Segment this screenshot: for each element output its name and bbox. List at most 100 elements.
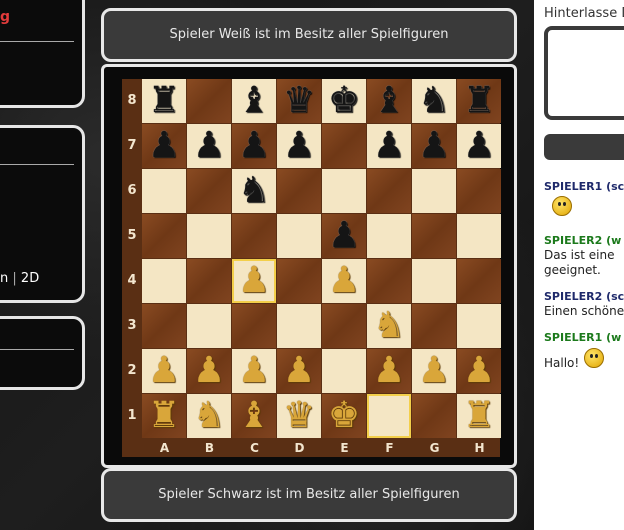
square-e6[interactable]	[322, 169, 366, 213]
square-e8[interactable]: ♚	[322, 79, 366, 123]
white-king-icon[interactable]: ♚	[328, 396, 360, 436]
black-pawn-icon[interactable]: ♟	[193, 126, 225, 166]
square-h2[interactable]: ♟	[457, 349, 501, 393]
square-d6[interactable]	[277, 169, 321, 213]
square-f5[interactable]	[367, 214, 411, 258]
chat-message-input[interactable]	[544, 26, 624, 120]
square-a5[interactable]	[142, 214, 186, 258]
black-pawn-icon[interactable]: ♟	[238, 126, 270, 166]
square-f2[interactable]: ♟	[367, 349, 411, 393]
square-e7[interactable]	[322, 124, 366, 168]
square-g7[interactable]: ♟	[412, 124, 456, 168]
square-c5[interactable]	[232, 214, 276, 258]
square-c3[interactable]	[232, 304, 276, 348]
white-rook-icon[interactable]: ♜	[148, 396, 180, 436]
white-pawn-icon[interactable]: ♟	[238, 261, 270, 301]
square-b6[interactable]	[187, 169, 231, 213]
square-d5[interactable]	[277, 214, 321, 258]
white-pawn-icon[interactable]: ♟	[328, 261, 360, 301]
square-a8[interactable]: ♜	[142, 79, 186, 123]
black-pawn-icon[interactable]: ♟	[373, 126, 405, 166]
white-pawn-icon[interactable]: ♟	[373, 351, 405, 391]
square-g3[interactable]	[412, 304, 456, 348]
square-b4[interactable]	[187, 259, 231, 303]
square-f8[interactable]: ♝	[367, 79, 411, 123]
left-top-label[interactable]: g	[0, 9, 10, 25]
square-d8[interactable]: ♛	[277, 79, 321, 123]
square-g4[interactable]	[412, 259, 456, 303]
white-queen-icon[interactable]: ♛	[283, 396, 315, 436]
chat-send-button[interactable]	[544, 134, 624, 160]
square-d2[interactable]: ♟	[277, 349, 321, 393]
square-h4[interactable]	[457, 259, 501, 303]
square-e2[interactable]	[322, 349, 366, 393]
white-rook-icon[interactable]: ♜	[463, 396, 495, 436]
square-b8[interactable]	[187, 79, 231, 123]
square-d1[interactable]: ♛	[277, 394, 321, 438]
white-pawn-icon[interactable]: ♟	[283, 351, 315, 391]
black-pawn-icon[interactable]: ♟	[328, 216, 360, 256]
black-pawn-icon[interactable]: ♟	[418, 126, 450, 166]
square-a3[interactable]	[142, 304, 186, 348]
square-g8[interactable]: ♞	[412, 79, 456, 123]
white-pawn-icon[interactable]: ♟	[193, 351, 225, 391]
square-g6[interactable]	[412, 169, 456, 213]
white-knight-icon[interactable]: ♞	[193, 396, 225, 436]
black-pawn-icon[interactable]: ♟	[283, 126, 315, 166]
square-a6[interactable]	[142, 169, 186, 213]
white-bishop-icon[interactable]: ♝	[238, 396, 270, 436]
white-pawn-icon[interactable]: ♟	[418, 351, 450, 391]
black-knight-icon[interactable]: ♞	[238, 171, 270, 211]
black-king-icon[interactable]: ♚	[328, 81, 360, 121]
square-f7[interactable]: ♟	[367, 124, 411, 168]
view-mode-2d[interactable]: 2D	[21, 271, 39, 286]
square-c4[interactable]: ♟	[232, 259, 276, 303]
square-h1[interactable]: ♜	[457, 394, 501, 438]
view-mode-3d[interactable]: n	[0, 271, 8, 286]
black-queen-icon[interactable]: ♛	[283, 81, 315, 121]
white-pawn-icon[interactable]: ♟	[238, 351, 270, 391]
square-f6[interactable]	[367, 169, 411, 213]
square-f4[interactable]	[367, 259, 411, 303]
square-f3[interactable]: ♞	[367, 304, 411, 348]
square-c7[interactable]: ♟	[232, 124, 276, 168]
square-f1[interactable]	[367, 394, 411, 438]
square-a4[interactable]	[142, 259, 186, 303]
square-e3[interactable]	[322, 304, 366, 348]
square-b3[interactable]	[187, 304, 231, 348]
square-d3[interactable]	[277, 304, 321, 348]
black-bishop-icon[interactable]: ♝	[373, 81, 405, 121]
square-b5[interactable]	[187, 214, 231, 258]
square-e1[interactable]: ♚	[322, 394, 366, 438]
square-h3[interactable]	[457, 304, 501, 348]
square-d7[interactable]: ♟	[277, 124, 321, 168]
square-c2[interactable]: ♟	[232, 349, 276, 393]
black-bishop-icon[interactable]: ♝	[238, 81, 270, 121]
square-h6[interactable]	[457, 169, 501, 213]
black-knight-icon[interactable]: ♞	[418, 81, 450, 121]
square-h7[interactable]: ♟	[457, 124, 501, 168]
square-g1[interactable]	[412, 394, 456, 438]
square-c1[interactable]: ♝	[232, 394, 276, 438]
square-c8[interactable]: ♝	[232, 79, 276, 123]
white-pawn-icon[interactable]: ♟	[463, 351, 495, 391]
black-pawn-icon[interactable]: ♟	[148, 126, 180, 166]
square-g5[interactable]	[412, 214, 456, 258]
square-d4[interactable]	[277, 259, 321, 303]
square-e4[interactable]: ♟	[322, 259, 366, 303]
square-c6[interactable]: ♞	[232, 169, 276, 213]
white-pawn-icon[interactable]: ♟	[148, 351, 180, 391]
black-rook-icon[interactable]: ♜	[463, 81, 495, 121]
square-a1[interactable]: ♜	[142, 394, 186, 438]
black-pawn-icon[interactable]: ♟	[463, 126, 495, 166]
square-h8[interactable]: ♜	[457, 79, 501, 123]
square-b1[interactable]: ♞	[187, 394, 231, 438]
black-rook-icon[interactable]: ♜	[148, 81, 180, 121]
square-e5[interactable]: ♟	[322, 214, 366, 258]
square-g2[interactable]: ♟	[412, 349, 456, 393]
square-b2[interactable]: ♟	[187, 349, 231, 393]
square-a7[interactable]: ♟	[142, 124, 186, 168]
white-knight-icon[interactable]: ♞	[373, 306, 405, 346]
square-h5[interactable]	[457, 214, 501, 258]
square-b7[interactable]: ♟	[187, 124, 231, 168]
